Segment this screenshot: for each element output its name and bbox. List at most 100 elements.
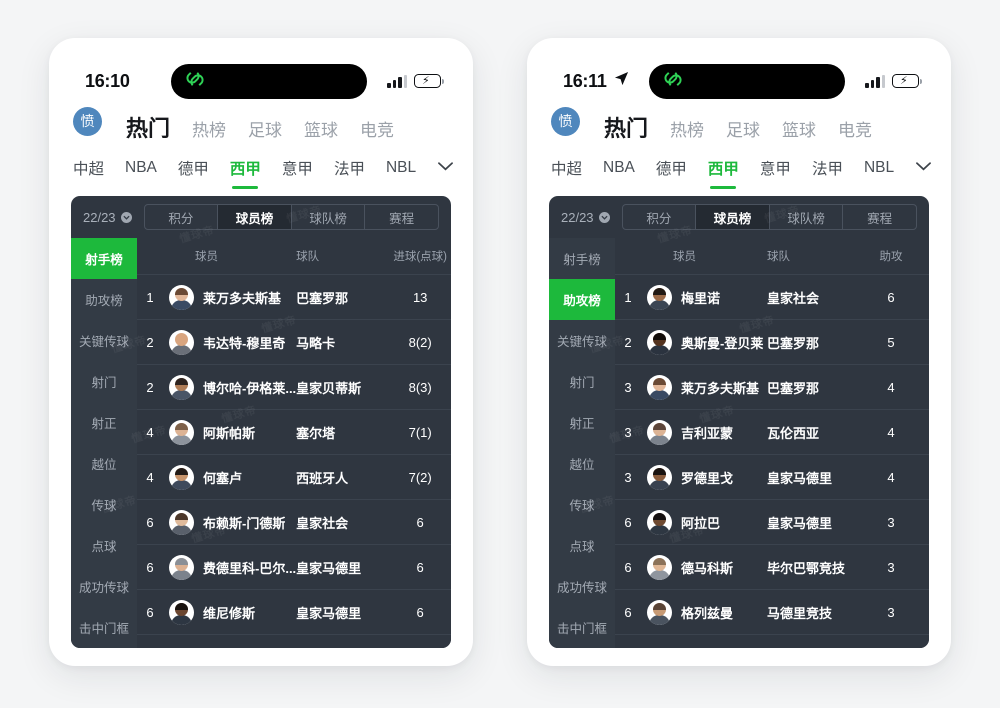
player-avatar [169,599,194,625]
player-name: 阿拉巴 [681,515,721,531]
table-row[interactable]: 6 维尼修斯 皇家马德里 6 [137,590,451,635]
row-value: 8(3) [408,379,432,395]
player-name: 梅里诺 [681,290,721,306]
league-tab-德甲[interactable]: 德甲 [178,157,209,186]
nav-tab-热榜[interactable]: 热榜 [670,116,704,141]
league-tab-德甲[interactable]: 德甲 [656,157,687,186]
league-tab-西甲[interactable]: 西甲 [708,157,739,186]
table-row[interactable]: 4 何塞卢 西班牙人 7(2) [137,455,451,500]
sidebar-item-助攻榜[interactable]: 助攻榜 [549,279,615,320]
table-row[interactable]: 4 阿斯帕斯 塞尔塔 7(1) [137,410,451,455]
nav-tab-热门[interactable]: 热门 [604,111,648,143]
row-player: 莱万多夫斯基 [163,284,296,310]
nav-tab-足球[interactable]: 足球 [248,116,282,141]
avatar[interactable]: 愤 [73,106,102,136]
league-tab-法甲[interactable]: 法甲 [334,157,365,186]
nav-tab-足球[interactable]: 足球 [726,116,760,141]
sidebar-item-成功传球[interactable]: 成功传球 [549,566,615,607]
segment-球员榜[interactable]: 球员榜 [218,205,292,229]
row-value: 4 [887,469,895,485]
signal-bars-icon [865,74,885,88]
nav-tab-热门[interactable]: 热门 [126,111,170,143]
segment-球队榜[interactable]: 球队榜 [770,205,844,229]
segment-赛程[interactable]: 赛程 [843,205,916,229]
chevron-down-icon[interactable] [437,159,454,177]
sidebar-item-击中门框[interactable]: 击中门框 [71,607,137,648]
league-tab-NBA[interactable]: NBA [603,159,635,184]
avatar-hair [175,287,188,295]
league-tab-意甲[interactable]: 意甲 [760,157,791,186]
table-row[interactable]: 2 韦达特-穆里奇 马略卡 8(2) [137,320,451,365]
segment-球队榜[interactable]: 球队榜 [292,205,366,229]
sidebar-item-传球[interactable]: 传球 [549,484,615,525]
sidebar-item-关键传球[interactable]: 关键传球 [71,320,137,361]
row-value: 7(1) [408,424,432,440]
table-row[interactable]: 3 罗德里戈 皇家马德里 4 [615,455,929,500]
avatar-body [171,614,192,625]
nav-tab-电竞[interactable]: 电竞 [838,116,872,141]
season-selector[interactable]: 22/23 [561,210,610,225]
league-tab-NBL[interactable]: NBL [386,159,416,184]
table-row[interactable]: 3 莱万多夫斯基 巴塞罗那 4 [615,365,929,410]
table-row[interactable]: 1 莱万多夫斯基 巴塞罗那 13 [137,275,451,320]
table-row[interactable]: 2 奥斯曼-登贝莱 巴塞罗那 5 [615,320,929,365]
sidebar-item-点球[interactable]: 点球 [549,525,615,566]
table-row[interactable]: 6 布赖斯-门德斯 皇家社会 6 [137,500,451,545]
table-header: 球员 球队 进球(点球) [137,238,451,275]
sidebar-item-越位[interactable]: 越位 [549,443,615,484]
stats-panel: 22/23 积分 球员榜 球队榜 赛程射手榜 助攻榜 关键传球 射门 射正 越位 传球 点球 成功传球击… [549,196,929,648]
league-tab-法甲[interactable]: 法甲 [812,157,843,186]
sidebar-item-击中门框[interactable]: 击中门框 [549,607,615,648]
sidebar-item-点球[interactable]: 点球 [71,525,137,566]
sidebar-item-成功传球[interactable]: 成功传球 [71,566,137,607]
sidebar-item-越位[interactable]: 越位 [71,443,137,484]
dynamic-island [171,63,367,99]
header-team: 球队 [296,251,320,263]
sidebar-item-助攻榜[interactable]: 助攻榜 [71,279,137,320]
sidebar-item-射正[interactable]: 射正 [71,402,137,443]
table-row[interactable]: 1 梅里诺 皇家社会 6 [615,275,929,320]
table-row[interactable]: 2 博尔哈-伊格莱... 皇家贝蒂斯 8(3) [137,365,451,410]
dropdown-circle-icon [598,211,610,223]
league-tab-意甲[interactable]: 意甲 [282,157,313,186]
nav-tab-热榜[interactable]: 热榜 [192,116,226,141]
league-tab-NBL[interactable]: NBL [864,159,894,184]
avatar-hair [175,377,188,385]
nav-tab-电竞[interactable]: 电竞 [360,116,394,141]
avatar-hair [653,602,666,610]
league-tab-中超[interactable]: 中超 [73,157,104,186]
avatar-body [649,299,670,310]
row-player: 何塞卢 [163,464,296,490]
avatar[interactable]: 愤 [551,106,580,136]
segment-赛程[interactable]: 赛程 [365,205,438,229]
row-rank: 6 [146,559,154,575]
table-row[interactable]: 3 吉利亚蒙 瓦伦西亚 4 [615,410,929,455]
sidebar-item-射手榜[interactable]: 射手榜 [71,238,137,279]
league-tab-NBA[interactable]: NBA [125,159,157,184]
season-selector[interactable]: 22/23 [83,210,132,225]
sidebar-item-射门[interactable]: 射门 [549,361,615,402]
chevron-down-icon[interactable] [915,159,932,177]
sidebar-item-射手榜[interactable]: 射手榜 [549,238,615,279]
row-player: 韦达特-穆里奇 [163,329,296,355]
segment-积分[interactable]: 积分 [145,205,219,229]
status-time: 16:11 [563,70,607,91]
player-avatar [647,374,672,400]
league-tab-中超[interactable]: 中超 [551,157,582,186]
table-row[interactable]: 6 阿拉巴 皇家马德里 3 [615,500,929,545]
segment-积分[interactable]: 积分 [623,205,697,229]
sidebar-item-关键传球[interactable]: 关键传球 [549,320,615,361]
league-tab-西甲[interactable]: 西甲 [230,157,261,186]
sidebar-item-传球[interactable]: 传球 [71,484,137,525]
table-row[interactable]: 6 格列兹曼 马德里竞技 3 [615,590,929,635]
sidebar-item-射门[interactable]: 射门 [71,361,137,402]
sidebar-item-射正[interactable]: 射正 [549,402,615,443]
nav-tab-篮球[interactable]: 篮球 [304,116,338,141]
table-row[interactable]: 6 费德里科-巴尔... 皇家马德里 6 [137,545,451,590]
segment-球员榜[interactable]: 球员榜 [696,205,770,229]
nav-tab-篮球[interactable]: 篮球 [782,116,816,141]
avatar-body [171,389,192,400]
player-avatar [169,419,194,445]
table-row[interactable]: 6 德马科斯 毕尔巴鄂竞技 3 [615,545,929,590]
row-rank: 1 [624,289,632,305]
